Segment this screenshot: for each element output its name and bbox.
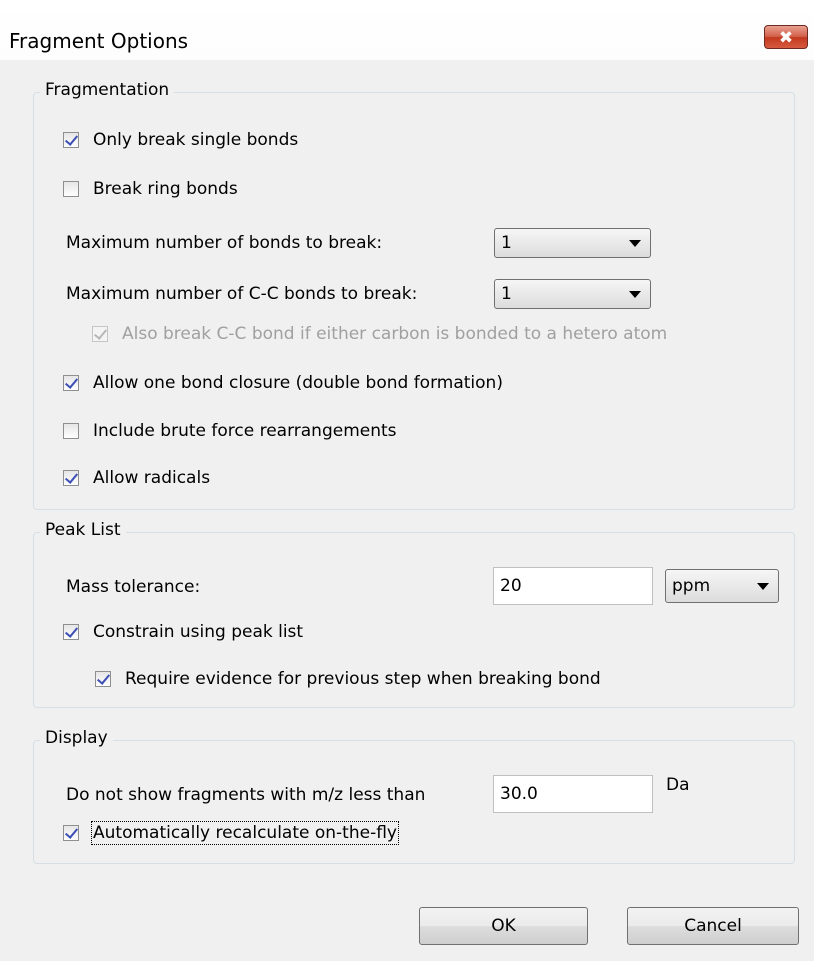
max-bonds-select[interactable]: 1 [494,228,651,258]
close-button[interactable]: ✖ [764,25,808,49]
bond-closure-checkbox[interactable]: Allow one bond closure (double bond form… [63,373,503,393]
mass-tolerance-value: 20 [500,576,522,596]
checkbox-label: Allow one bond closure (double bond form… [93,373,503,393]
brute-force-checkbox[interactable]: Include brute force rearrangements [63,421,397,441]
allow-radicals-checkbox[interactable]: Allow radicals [63,468,210,488]
close-icon: ✖ [778,28,794,48]
break-ring-bonds-checkbox[interactable]: Break ring bonds [63,179,238,199]
require-evidence-checkbox[interactable]: Require evidence for previous step when … [95,669,601,689]
min-mz-label: Do not show fragments with m/z less than [66,785,426,805]
fragmentation-legend: Fragmentation [40,80,175,100]
cancel-button-label: Cancel [684,916,742,936]
checkbox-box[interactable] [63,470,79,486]
select-value: ppm [672,576,711,596]
constrain-peak-list-checkbox[interactable]: Constrain using peak list [63,622,303,642]
chevron-down-icon [757,583,769,590]
checkbox-label: Constrain using peak list [93,622,304,642]
checkbox-box[interactable] [63,825,79,841]
chevron-down-icon [629,291,641,298]
mass-tolerance-unit-select[interactable]: ppm [665,569,779,603]
checkbox-label: Include brute force rearrangements [93,421,397,441]
auto-recalculate-checkbox[interactable]: Automatically recalculate on-the-fly [63,821,399,845]
chevron-down-icon [629,240,641,247]
cancel-button[interactable]: Cancel [627,907,799,945]
checkbox-box[interactable] [95,671,111,687]
max-cc-bonds-select[interactable]: 1 [494,279,651,309]
checkbox-box[interactable] [63,132,79,148]
min-mz-unit: Da [666,775,690,795]
checkbox-label: Allow radicals [93,468,211,488]
select-value: 1 [501,233,512,253]
hetero-atom-checkbox[interactable]: Also break C-C bond if either carbon is … [92,324,667,344]
peak-list-legend: Peak List [40,520,126,540]
checkbox-box[interactable] [63,624,79,640]
display-legend: Display [40,728,113,748]
title-bar: Fragment Options ✖ [0,0,814,60]
min-mz-input[interactable]: 30.0 [493,775,653,813]
ok-button-label: OK [491,916,516,936]
checkbox-box[interactable] [63,181,79,197]
checkbox-box[interactable] [63,375,79,391]
checkbox-label: Only break single bonds [93,130,299,150]
checkbox-label: Automatically recalculate on-the-fly [91,821,399,845]
checkbox-label: Require evidence for previous step when … [125,669,601,689]
checkbox-box[interactable] [63,423,79,439]
mass-tolerance-label: Mass tolerance: [66,577,201,597]
window-title: Fragment Options [9,29,189,53]
max-bonds-label: Maximum number of bonds to break: [66,233,383,253]
checkbox-label: Break ring bonds [93,179,238,199]
checkbox-box[interactable] [92,326,108,342]
only-break-single-bonds-checkbox[interactable]: Only break single bonds [63,130,298,150]
mass-tolerance-input[interactable]: 20 [493,567,653,605]
max-cc-bonds-label: Maximum number of C-C bonds to break: [66,284,418,304]
min-mz-value: 30.0 [500,784,538,804]
checkbox-label: Also break C-C bond if either carbon is … [122,324,668,344]
ok-button[interactable]: OK [419,907,588,945]
select-value: 1 [501,284,512,304]
